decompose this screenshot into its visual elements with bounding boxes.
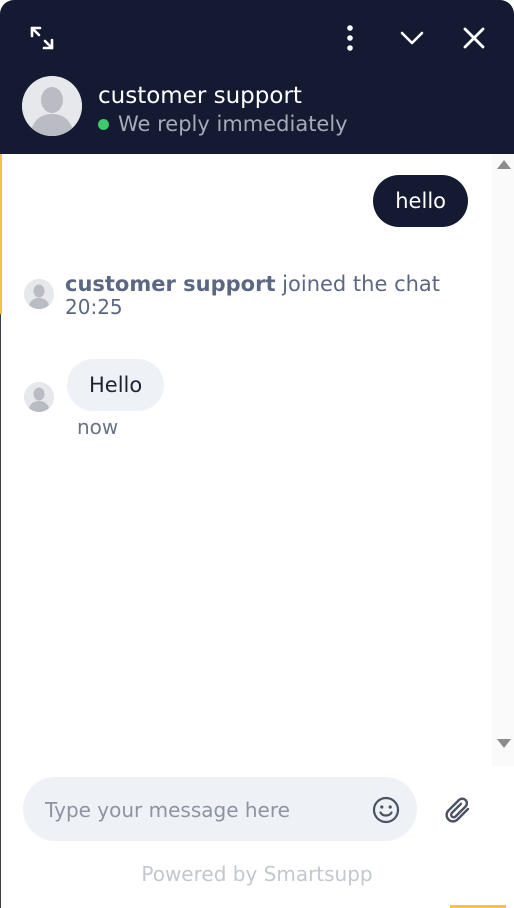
system-message-time: 20:25 [65,295,123,319]
scroll-up-arrow-icon[interactable] [497,160,511,169]
chevron-down-icon [400,31,424,45]
close-button[interactable] [454,18,494,58]
outgoing-message-bubble: hello [373,175,468,227]
more-vertical-icon [347,25,353,51]
chat-header: customer support We reply immediately [0,0,514,154]
system-message-action: joined the chat [275,272,441,296]
message-list: hello customer support joined the chat 2… [2,154,492,766]
system-message-avatar [24,279,54,309]
person-icon [24,279,54,309]
agent-name: customer support [98,83,302,109]
paperclip-icon [445,797,470,823]
agent-status: We reply immediately [98,110,348,138]
attach-file-button[interactable] [441,794,477,830]
status-text: We reply immediately [118,112,348,136]
expand-icon [30,26,54,50]
online-status-dot [98,118,109,130]
incoming-message-bubble: Hello [67,359,165,411]
minimize-button[interactable] [392,18,432,58]
expand-button[interactable] [22,18,62,58]
incoming-message-time: now [77,415,119,439]
agent-avatar [22,76,82,136]
scroll-down-arrow-icon[interactable] [497,739,511,748]
emoji-button[interactable] [371,795,401,825]
close-icon [463,27,485,49]
message-input[interactable] [43,791,367,829]
powered-by-footer: Powered by Smartsupp [141,862,373,886]
left-edge-line [0,314,1,908]
incoming-message-avatar [24,382,54,412]
person-icon [22,76,82,136]
message-scrollbar[interactable] [492,154,514,766]
more-options-button[interactable] [332,18,368,58]
system-message: customer support joined the chat [65,272,440,296]
chat-widget: customer support We reply immediately he… [0,0,514,908]
emoji-icon [372,796,400,824]
message-composer [23,777,417,841]
person-icon [24,382,54,412]
system-message-agent: customer support [65,272,276,296]
